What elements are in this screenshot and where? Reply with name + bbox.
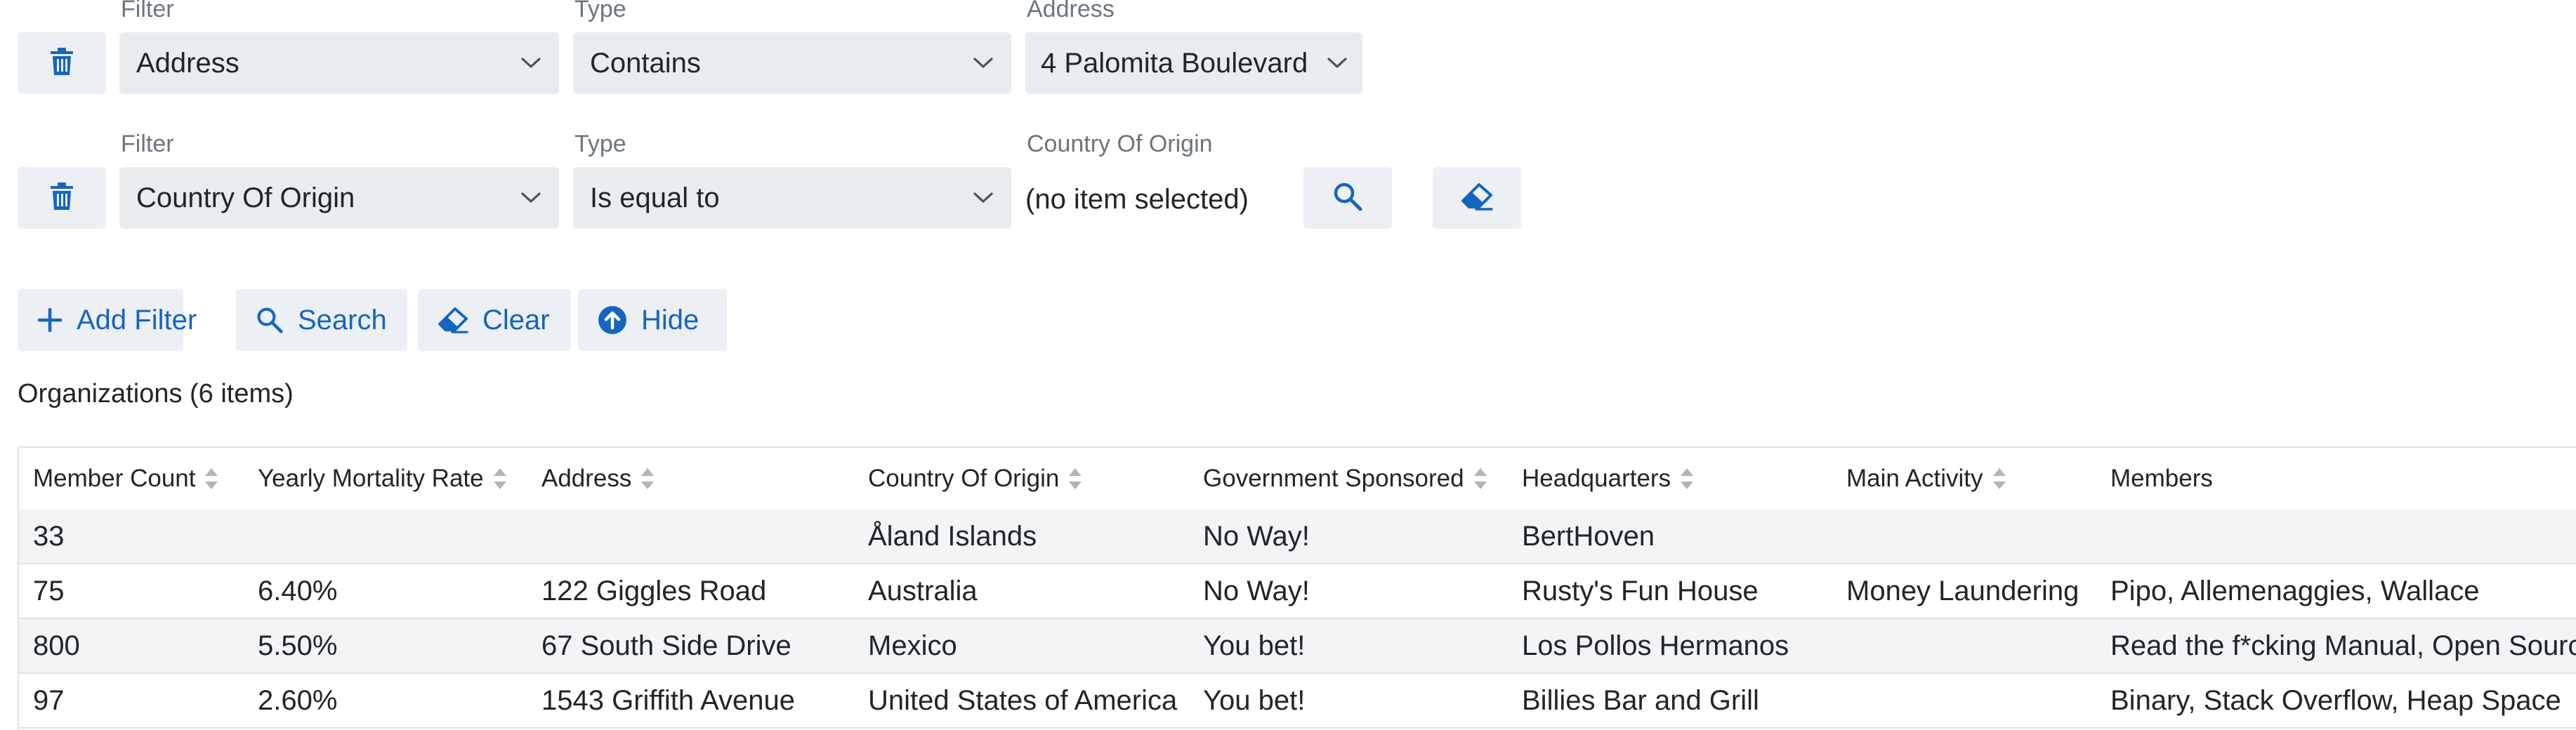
filter-field-select[interactable]: Country Of Origin [119, 167, 559, 229]
search-icon [256, 306, 284, 334]
cell-country-of-origin: Australia [868, 575, 978, 606]
hide-button[interactable]: Hide [578, 289, 727, 351]
column-header-members[interactable]: Members [2110, 448, 2213, 510]
selected-country-value: (no item selected) [1025, 184, 1249, 215]
sort-icon [492, 467, 508, 491]
filter-type-label: Type [574, 131, 626, 157]
trash-icon [50, 47, 74, 79]
column-header-member-count[interactable]: Member Count [33, 448, 219, 510]
cell-government-sponsored: No Way! [1203, 575, 1310, 606]
column-header-yearly-mortality-rate[interactable]: Yearly Mortality Rate [258, 448, 508, 510]
cell-government-sponsored: You bet! [1203, 630, 1306, 661]
chevron-down-icon [520, 52, 542, 74]
column-header-government-sponsored[interactable]: Government Sponsored [1203, 448, 1488, 510]
trash-icon [50, 182, 74, 214]
chevron-down-icon [1326, 52, 1348, 74]
cell-members: Pipo, Allemenaggies, Wallace [2110, 575, 2480, 606]
filter-type-label: Type [574, 0, 626, 22]
add-filter-label: Add Filter [77, 304, 197, 336]
eraser-icon [1461, 182, 1493, 214]
cell-member-count: 800 [33, 630, 80, 661]
filter-value-label: Address [1027, 0, 1115, 22]
column-header-address[interactable]: Address [541, 448, 655, 510]
filter-field-value: Address [136, 47, 239, 79]
cell-yearly-mortality-rate: 5.50% [258, 630, 338, 661]
cell-main-activity: Money Laundering [1846, 575, 2079, 606]
cell-government-sponsored: You bet! [1203, 684, 1306, 716]
organizations-table: Member Count Yearly Mortality Rate Addre… [18, 446, 2576, 730]
lookup-search-button[interactable] [1303, 167, 1392, 229]
cell-member-count: 75 [33, 575, 65, 606]
table-heading: Organizations (6 items) [18, 379, 294, 409]
sort-icon [1473, 467, 1488, 491]
filter-field-select[interactable]: Address [119, 32, 559, 94]
hide-label: Hide [641, 304, 699, 336]
chevron-down-icon [520, 187, 542, 209]
cell-yearly-mortality-rate: 2.60% [258, 684, 338, 716]
table-header: Member Count Yearly Mortality Rate Addre… [19, 448, 2576, 511]
search-label: Search [298, 304, 387, 336]
search-button[interactable]: Search [236, 289, 407, 351]
clear-selection-button[interactable] [1433, 167, 1521, 229]
add-filter-button[interactable]: Add Filter [18, 289, 197, 351]
cell-headquarters: Rusty's Fun House [1522, 575, 1759, 606]
cell-yearly-mortality-rate: 6.40% [258, 575, 338, 606]
cell-members: Read the f*cking Manual, Open Source [2110, 630, 2576, 661]
column-header-main-activity[interactable]: Main Activity [1846, 448, 2007, 510]
arrow-up-circle-icon [598, 305, 627, 335]
sort-icon [1679, 467, 1695, 491]
clear-button[interactable]: Clear [418, 289, 571, 351]
filter-field-label: Filter [121, 0, 174, 22]
cell-headquarters: BertHoven [1522, 520, 1655, 552]
filter-field-value: Country Of Origin [136, 182, 355, 213]
column-header-country-of-origin[interactable]: Country Of Origin [868, 448, 1083, 510]
clear-label: Clear [482, 304, 550, 336]
filter-field-label: Filter [121, 131, 174, 157]
sort-icon [1067, 467, 1083, 491]
filter-value-select[interactable]: 4 Palomita Boulevard [1025, 32, 1362, 94]
cell-member-count: 33 [33, 520, 65, 552]
sort-icon [204, 467, 219, 491]
cell-member-count: 97 [33, 684, 65, 716]
cell-address: 122 Giggles Road [541, 575, 767, 606]
search-icon [1332, 181, 1363, 215]
filter-type-value: Contains [590, 47, 701, 79]
filter-type-select[interactable]: Is equal to [573, 167, 1011, 229]
plus-icon [37, 307, 63, 333]
table-row[interactable]: 97 2.60% 1543 Griffith Avenue United Sta… [19, 674, 2576, 729]
filter-type-select[interactable]: Contains [573, 32, 1011, 94]
cell-country-of-origin: Åland Islands [868, 520, 1037, 552]
table-row[interactable]: 75 6.40% 122 Giggles Road Australia No W… [19, 564, 2576, 619]
chevron-down-icon [972, 187, 994, 209]
sort-icon [1992, 467, 2007, 491]
column-header-headquarters[interactable]: Headquarters [1522, 448, 1695, 510]
cell-country-of-origin: Mexico [868, 630, 957, 661]
chevron-down-icon [972, 52, 994, 74]
cell-headquarters: Los Pollos Hermanos [1522, 630, 1789, 661]
sort-icon [640, 467, 655, 491]
table-row[interactable]: 800 5.50% 67 South Side Drive Mexico You… [19, 619, 2576, 674]
cell-members: Binary, Stack Overflow, Heap Space [2110, 684, 2561, 716]
filter-row-address: Filter Address Type Contains Address 4 P… [0, 0, 2576, 154]
cell-headquarters: Billies Bar and Grill [1522, 684, 1759, 716]
remove-filter-button[interactable] [18, 32, 106, 94]
cell-address: 67 South Side Drive [541, 630, 791, 661]
cell-government-sponsored: No Way! [1203, 520, 1310, 552]
cell-country-of-origin: United States of America [868, 684, 1178, 716]
filter-type-value: Is equal to [590, 182, 720, 213]
filter-row-country: Filter Country Of Origin Type Is equal t… [0, 131, 2576, 289]
filter-value-label: Country Of Origin [1027, 131, 1213, 157]
remove-filter-button[interactable] [18, 167, 106, 229]
cell-address: 1543 Griffith Avenue [541, 684, 796, 716]
table-row[interactable]: 33 Åland Islands No Way! BertHoven [19, 510, 2576, 564]
eraser-icon [438, 307, 468, 333]
filter-value-value: 4 Palomita Boulevard [1041, 47, 1308, 79]
